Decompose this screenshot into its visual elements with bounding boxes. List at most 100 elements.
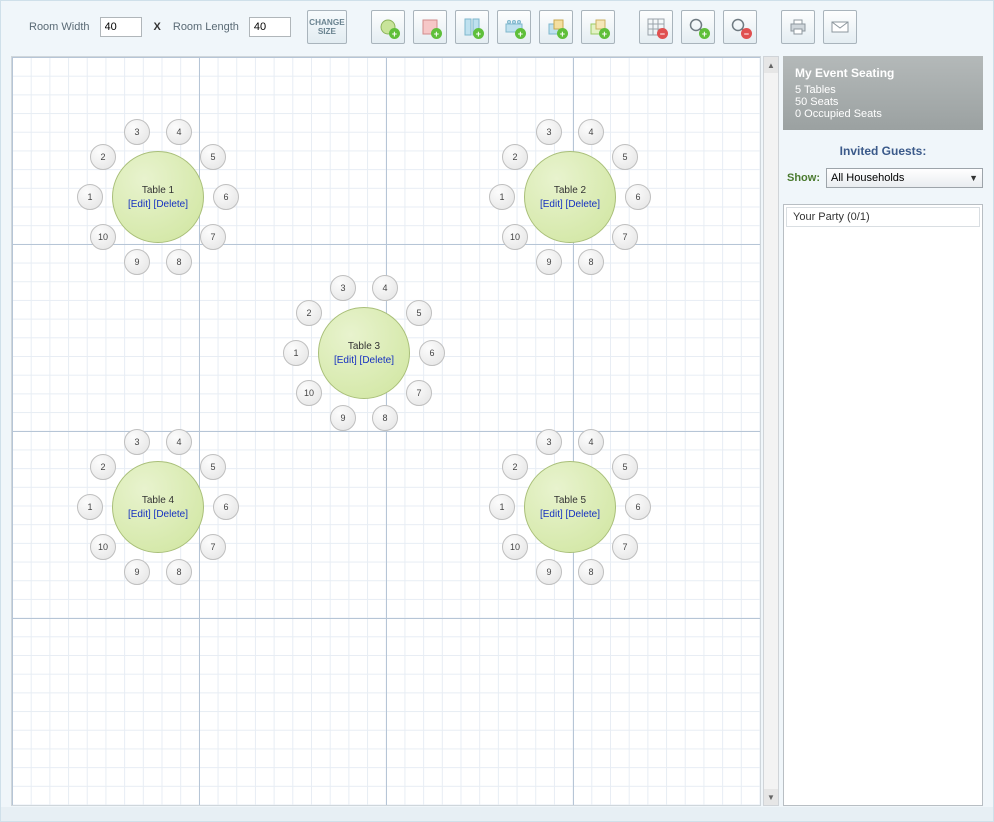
round-table[interactable]: Table 5[Edit] [Delete] <box>524 461 616 553</box>
summary-tables: 5 Tables <box>795 84 971 96</box>
seat[interactable]: 4 <box>372 275 398 301</box>
seat[interactable]: 9 <box>124 249 150 275</box>
add-object-button[interactable]: + <box>539 10 573 44</box>
round-table[interactable]: Table 3[Edit] [Delete] <box>318 307 410 399</box>
room-length-label: Room Length <box>173 21 239 33</box>
seat[interactable]: 6 <box>419 340 445 366</box>
guest-list-item[interactable]: Your Party (0/1) <box>786 207 980 227</box>
add-rect-table-button[interactable]: + <box>455 10 489 44</box>
seat[interactable]: 7 <box>200 534 226 560</box>
room-width-input[interactable] <box>100 17 142 37</box>
seat[interactable]: 1 <box>489 494 515 520</box>
print-button[interactable] <box>781 10 815 44</box>
summary-title: My Event Seating <box>795 66 971 80</box>
add-round-table-button[interactable]: + <box>371 10 405 44</box>
seat[interactable]: 1 <box>77 184 103 210</box>
seat[interactable]: 5 <box>612 454 638 480</box>
change-size-button[interactable]: CHANGE SIZE <box>307 10 347 44</box>
summary-panel: My Event Seating 5 Tables 50 Seats 0 Occ… <box>783 56 983 130</box>
seat[interactable]: 2 <box>90 144 116 170</box>
seat[interactable]: 6 <box>213 184 239 210</box>
seat[interactable]: 1 <box>489 184 515 210</box>
round-table[interactable]: Table 4[Edit] [Delete] <box>112 461 204 553</box>
summary-occupied: 0 Occupied Seats <box>795 108 971 120</box>
seat[interactable]: 4 <box>166 429 192 455</box>
seat[interactable]: 5 <box>612 144 638 170</box>
seat[interactable]: 1 <box>283 340 309 366</box>
seat[interactable]: 5 <box>406 300 432 326</box>
seat[interactable]: 7 <box>612 224 638 250</box>
seat[interactable]: 1 <box>77 494 103 520</box>
seat[interactable]: 8 <box>166 249 192 275</box>
seat[interactable]: 4 <box>166 119 192 145</box>
room-length-input[interactable] <box>249 17 291 37</box>
round-table[interactable]: Table 1[Edit] [Delete] <box>112 151 204 243</box>
seat[interactable]: 8 <box>372 405 398 431</box>
seat[interactable]: 2 <box>502 454 528 480</box>
seating-canvas[interactable]: Table 1[Edit] [Delete]12345678910Table 2… <box>11 56 761 806</box>
seat[interactable]: 6 <box>625 494 651 520</box>
add-head-table-button[interactable]: + <box>497 10 531 44</box>
email-button[interactable] <box>823 10 857 44</box>
seat[interactable]: 5 <box>200 144 226 170</box>
seat[interactable]: 2 <box>90 454 116 480</box>
table-edit-link[interactable]: [Edit] <box>128 199 151 210</box>
seat[interactable]: 3 <box>330 275 356 301</box>
seat[interactable]: 3 <box>536 119 562 145</box>
seat[interactable]: 9 <box>330 405 356 431</box>
seat[interactable]: 10 <box>296 380 322 406</box>
seat[interactable]: 10 <box>502 224 528 250</box>
seat[interactable]: 9 <box>536 559 562 585</box>
zoom-out-button[interactable]: − <box>723 10 757 44</box>
seat[interactable]: 3 <box>536 429 562 455</box>
bottom-bar <box>1 807 993 821</box>
canvas-scrollbar[interactable]: ▲ ▼ <box>763 56 779 806</box>
plus-badge-icon: + <box>389 28 400 39</box>
table-edit-link[interactable]: [Edit] <box>540 509 563 520</box>
table-delete-link[interactable]: [Delete] <box>360 355 394 366</box>
add-square-table-button[interactable]: + <box>413 10 447 44</box>
seat[interactable]: 8 <box>578 249 604 275</box>
table-delete-link[interactable]: [Delete] <box>566 509 600 520</box>
scroll-down-button[interactable]: ▼ <box>764 789 778 805</box>
guest-list[interactable]: Your Party (0/1) <box>783 204 983 806</box>
round-table[interactable]: Table 2[Edit] [Delete] <box>524 151 616 243</box>
scroll-track[interactable] <box>764 73 778 789</box>
seat[interactable]: 8 <box>166 559 192 585</box>
table-edit-link[interactable]: [Edit] <box>128 509 151 520</box>
change-size-line2: SIZE <box>318 27 336 36</box>
seat[interactable]: 10 <box>90 224 116 250</box>
seat[interactable]: 9 <box>124 559 150 585</box>
seat[interactable]: 4 <box>578 119 604 145</box>
table-edit-link[interactable]: [Edit] <box>334 355 357 366</box>
seat[interactable]: 10 <box>502 534 528 560</box>
remove-grid-button[interactable]: − <box>639 10 673 44</box>
seat[interactable]: 8 <box>578 559 604 585</box>
table-delete-link[interactable]: [Delete] <box>154 199 188 210</box>
seat[interactable]: 3 <box>124 429 150 455</box>
seat[interactable]: 3 <box>124 119 150 145</box>
seat[interactable]: 6 <box>625 184 651 210</box>
seat[interactable]: 7 <box>200 224 226 250</box>
invited-guests-header: Invited Guests: <box>783 136 983 162</box>
seat[interactable]: 5 <box>200 454 226 480</box>
show-households-select[interactable]: All Households ▼ <box>826 168 983 188</box>
seat[interactable]: 2 <box>296 300 322 326</box>
envelope-icon <box>830 17 850 37</box>
seat[interactable]: 10 <box>90 534 116 560</box>
seat[interactable]: 2 <box>502 144 528 170</box>
seat[interactable]: 7 <box>406 380 432 406</box>
scroll-up-button[interactable]: ▲ <box>764 57 778 73</box>
table-delete-link[interactable]: [Delete] <box>154 509 188 520</box>
zoom-in-button[interactable]: + <box>681 10 715 44</box>
table-delete-link[interactable]: [Delete] <box>566 199 600 210</box>
toolbar: Room Width X Room Length CHANGE SIZE + +… <box>1 1 993 53</box>
seat[interactable]: 9 <box>536 249 562 275</box>
summary-seats: 50 Seats <box>795 96 971 108</box>
seat[interactable]: 4 <box>578 429 604 455</box>
table-edit-link[interactable]: [Edit] <box>540 199 563 210</box>
add-shape-button[interactable]: + <box>581 10 615 44</box>
plus-badge-icon: + <box>473 28 484 39</box>
seat[interactable]: 6 <box>213 494 239 520</box>
seat[interactable]: 7 <box>612 534 638 560</box>
